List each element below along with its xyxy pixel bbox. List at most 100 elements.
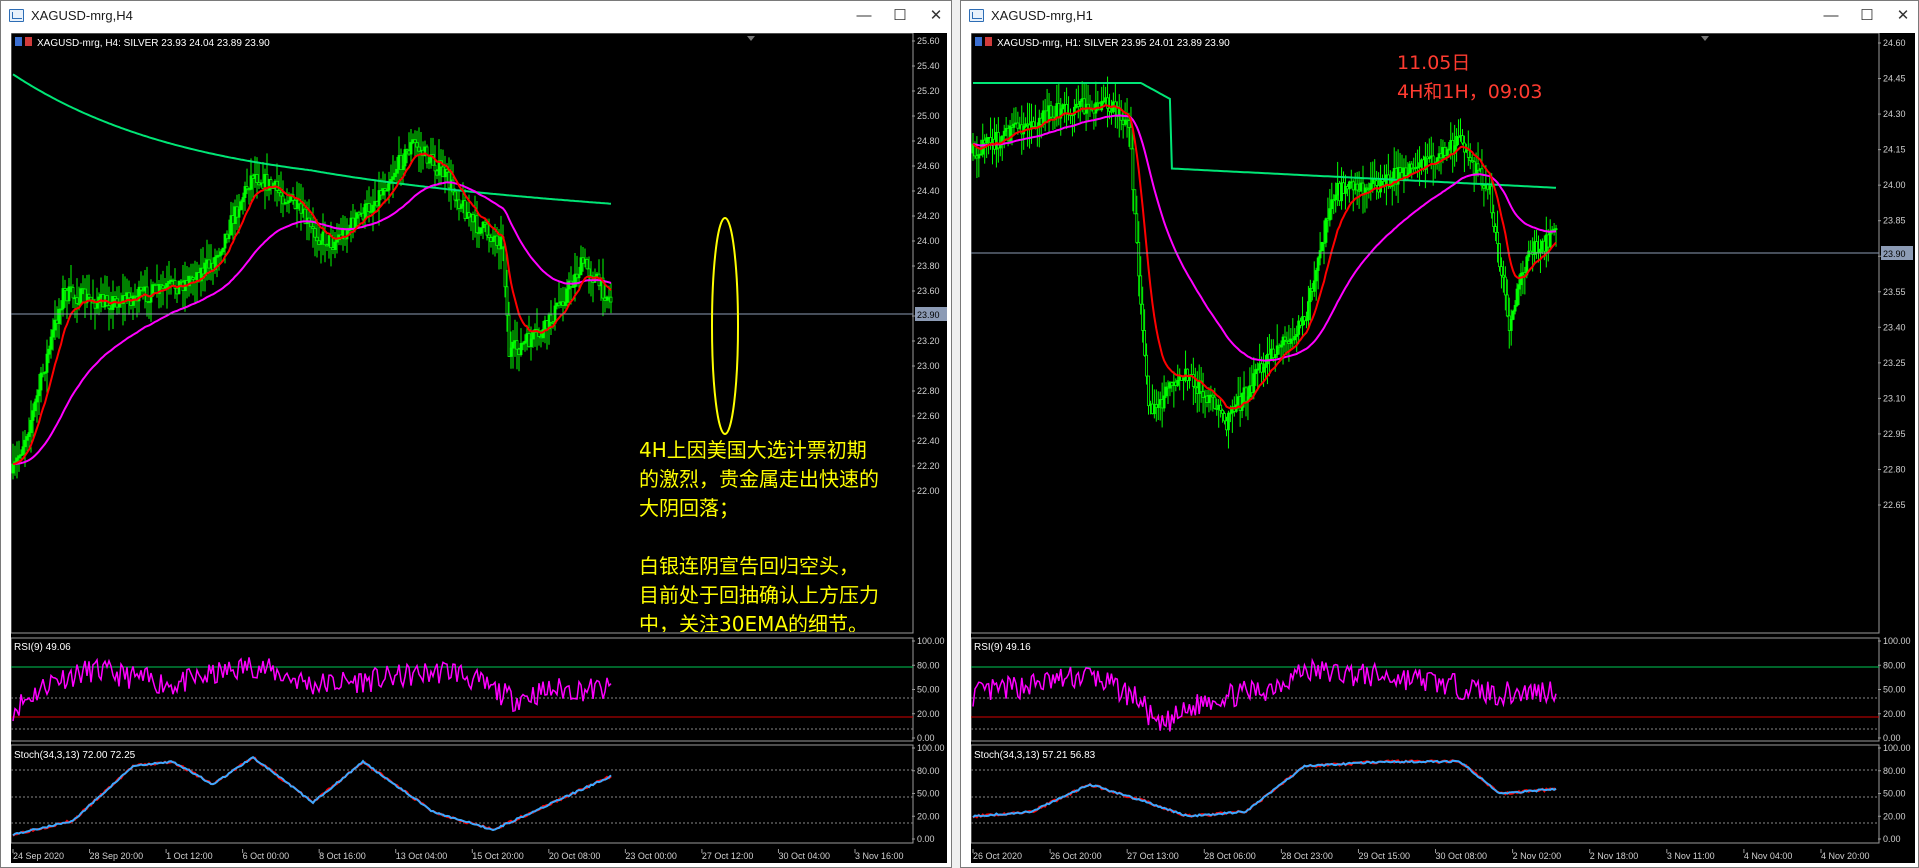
rsi-axis: 100.00 80.00 50.00 20.00 0.00 [1878,636,1911,743]
time-tick-label: 20 Oct 08:00 [549,851,601,861]
axis-tick-label: 24.15 [1883,145,1906,155]
axis-tick-label: 25.00 [917,111,940,121]
annotation-date: 11.05日 [1397,52,1471,74]
maximize-button[interactable]: ☐ [1850,3,1884,29]
axis-tick-label: 24.30 [1883,109,1906,119]
axis-tick-label: 24.00 [1883,180,1906,190]
rsi-axis: 100.00 80.00 50.00 20.00 0.00 [912,636,945,743]
chart-window-h1[interactable]: XAGUSD-mrg,H1 — ☐ ✕ XAGUSD-mrg, H1: SILV… [960,0,1919,868]
axis-tick-label: 80.00 [1883,660,1906,670]
axis-tick-label: 22.60 [917,411,940,421]
chart-annotation: 4H上因美国大选计票初期 的激烈，贵金属走出快速的 大阴回落； 白银连阴宣告回归… [639,438,879,632]
time-tick-label: 1 Oct 12:00 [166,851,213,861]
axis-tick-label: 24.80 [917,136,940,146]
maximize-button[interactable]: ☐ [883,3,917,29]
time-tick-label: 2 Nov 02:00 [1513,851,1562,861]
axis-tick-label: 24.00 [917,236,940,246]
candlesticks [11,127,613,480]
axis-tick-label: 50.00 [917,789,940,799]
annotation-time: 4H和1H，09:03 [1397,81,1543,103]
time-tick-label: 23 Oct 00:00 [625,851,677,861]
minimize-button[interactable]: — [1814,3,1848,29]
symbol-icon [985,37,992,46]
price-axis: 24.6024.4524.3024.1524.0023.8523.7023.55… [1878,38,1906,510]
axis-tick-label: 23.10 [1883,393,1906,403]
axis-tick-label: 0.00 [1883,733,1901,743]
time-tick-label: 13 Oct 04:00 [396,851,448,861]
title-bar[interactable]: XAGUSD-mrg,H4 — ☐ ✕ [1,1,951,31]
axis-tick-label: 0.00 [1883,834,1901,844]
axis-tick-label: 23.80 [917,261,940,271]
axis-tick-label: 100.00 [1883,636,1911,646]
rsi-label: RSI(9) 49.06 [14,642,71,653]
rsi-panel-border [11,637,914,742]
stoch-main-line [12,756,612,837]
axis-tick-label: 80.00 [917,660,940,670]
axis-tick-label: 24.20 [917,211,940,221]
axis-tick-label: 24.45 [1883,74,1906,84]
axis-tick-label: 20.00 [917,709,940,719]
axis-tick-label: 25.40 [917,61,940,71]
symbol-icon [975,37,982,46]
close-button[interactable]: ✕ [1886,3,1919,29]
window-title: XAGUSD-mrg,H4 [31,8,133,23]
time-tick-label: 27 Oct 13:00 [1127,851,1179,861]
axis-tick-label: 80.00 [917,766,940,776]
axis-tick-label: 22.95 [1883,429,1906,439]
time-tick-label: 30 Oct 08:00 [1436,851,1488,861]
chart-shift-marker [747,36,755,41]
current-price-label: 23.90 [1883,249,1906,259]
axis-tick-label: 23.00 [917,361,940,371]
current-price-label: 23.90 [917,310,940,320]
time-tick-label: 28 Oct 23:00 [1281,851,1333,861]
axis-tick-label: 80.00 [1883,766,1906,776]
symbol-icon [25,37,32,46]
time-tick-label: 15 Oct 20:00 [472,851,524,861]
axis-tick-label: 22.20 [917,461,940,471]
chart-header: XAGUSD-mrg, H1: SILVER 23.95 24.01 23.89… [997,38,1230,49]
time-axis: 24 Sep 2020 28 Sep 20:00 1 Oct 12:00 6 Oct … [12,849,904,861]
time-tick-label: 28 Sep 20:00 [90,851,144,861]
minimize-button[interactable]: — [847,3,881,29]
ema-green-line [12,73,612,205]
axis-tick-label: 23.40 [1883,322,1906,332]
time-tick-label: 26 Oct 2020 [973,851,1022,861]
time-tick-label: 26 Oct 20:00 [1050,851,1102,861]
symbol-icon [15,37,22,46]
price-chart-h1[interactable]: XAGUSD-mrg, H1: SILVER 23.95 24.01 23.89… [971,33,1915,863]
axis-tick-label: 50.00 [1883,789,1906,799]
axis-tick-label: 0.00 [917,834,935,844]
axis-tick-label: 50.00 [1883,685,1906,695]
rsi-label: RSI(9) 49.16 [974,642,1031,653]
time-tick-label: 4 Nov 04:00 [1744,851,1793,861]
chart-header: XAGUSD-mrg, H4: SILVER 23.93 24.04 23.89… [37,38,270,49]
time-tick-label: 27 Oct 12:00 [702,851,754,861]
stoch-label: Stoch(34,3,13) 57.21 56.83 [974,750,1096,761]
window-title: XAGUSD-mrg,H1 [991,8,1093,23]
time-tick-label: 2 Nov 18:00 [1590,851,1639,861]
axis-tick-label: 100.00 [1883,743,1911,753]
time-tick-label: 30 Oct 04:00 [778,851,830,861]
axis-tick-label: 50.00 [917,685,940,695]
time-tick-label: 6 Oct 00:00 [243,851,290,861]
time-tick-label: 4 Nov 20:00 [1821,851,1870,861]
time-tick-label: 29 Oct 15:00 [1358,851,1410,861]
chart-window-h4[interactable]: XAGUSD-mrg,H4 — ☐ ✕ XAGUSD-mrg, H4: SILV… [0,0,952,868]
rsi-line [972,657,1557,732]
axis-tick-label: 24.60 [1883,38,1906,48]
axis-tick-label: 22.80 [917,386,940,396]
chart-shift-marker [1701,36,1709,41]
close-button[interactable]: ✕ [919,3,953,29]
title-bar[interactable]: XAGUSD-mrg,H1 — ☐ ✕ [961,1,1918,31]
axis-tick-label: 23.20 [917,336,940,346]
price-axis: 25.60 25.40 25.20 25.00 24.80 24.60 24.40 24.20… [912,36,940,496]
axis-tick-label: 20.00 [1883,709,1906,719]
axis-tick-label: 22.80 [1883,464,1906,474]
chart-window-icon [969,9,984,22]
stoch-axis: 100.00 80.00 50.00 20.00 0.00 [912,743,945,844]
axis-tick-label: 24.40 [917,186,940,196]
axis-tick-label: 22.00 [917,486,940,496]
ema-red-line [12,152,612,465]
time-tick-label: 3 Nov 16:00 [855,851,904,861]
axis-tick-label: 23.55 [1883,287,1906,297]
